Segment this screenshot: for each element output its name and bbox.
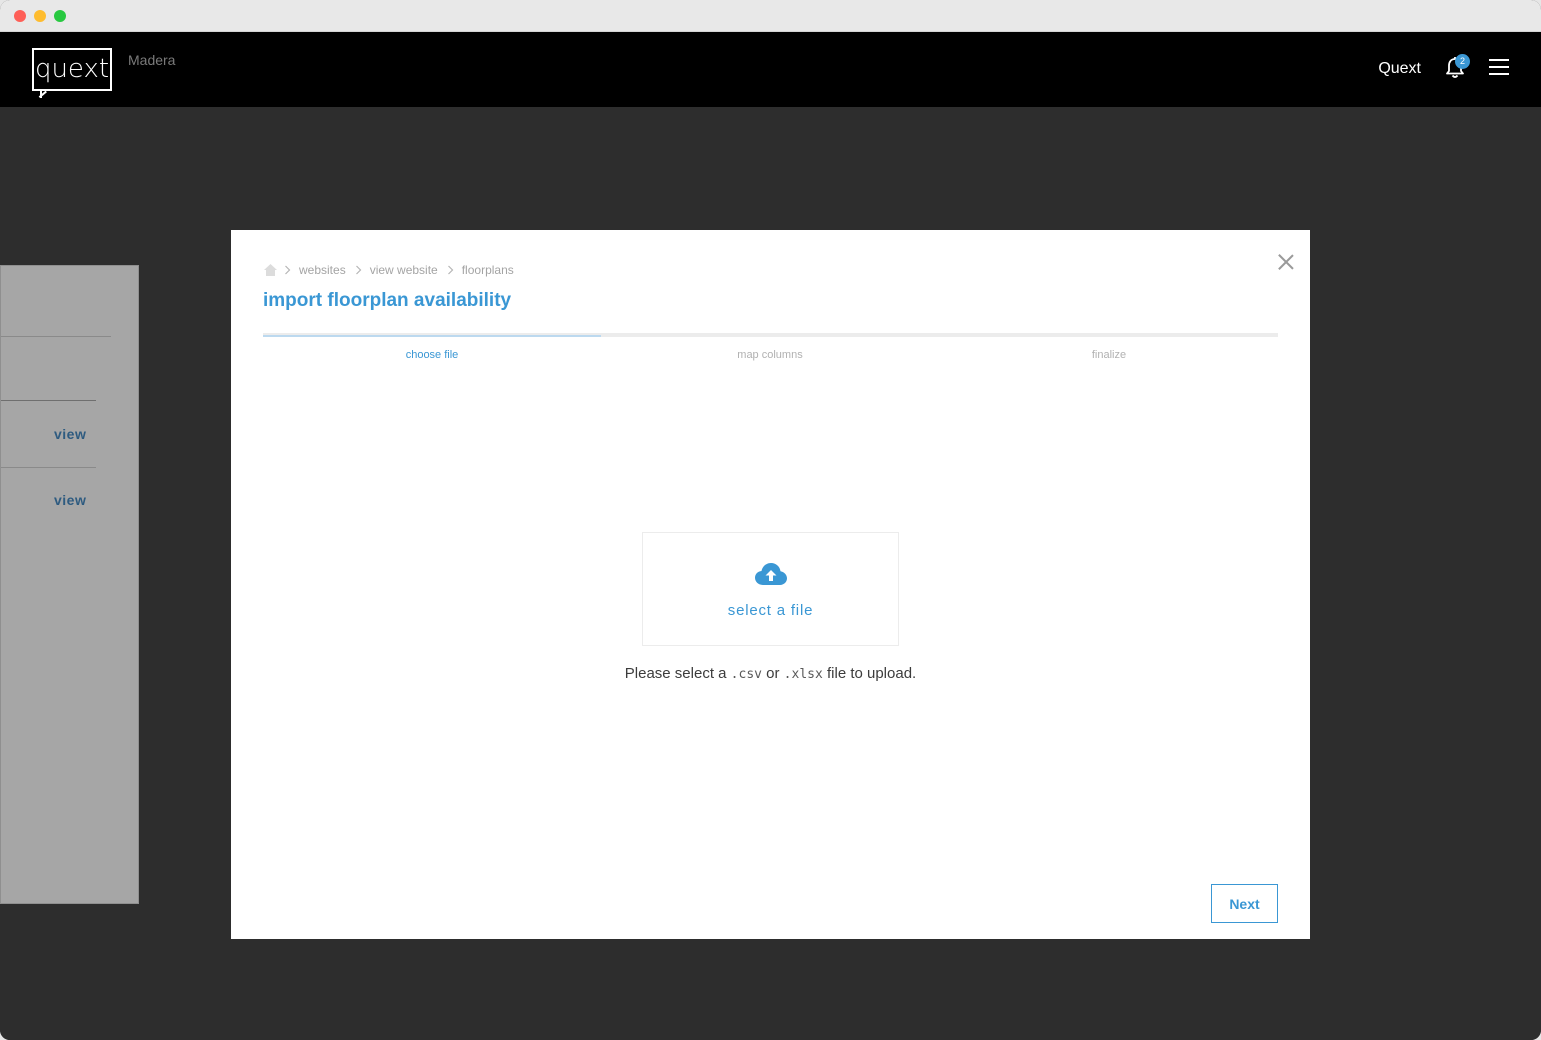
quext-logo[interactable]: quext: [32, 48, 112, 98]
stepper-progress: [263, 335, 601, 337]
window-minimize-button[interactable]: [34, 10, 46, 22]
hint-csv-extension: .csv: [730, 667, 762, 682]
window-close-button[interactable]: [14, 10, 26, 22]
cloud-upload-icon: [755, 563, 787, 585]
divider: [1, 467, 96, 468]
breadcrumb-websites[interactable]: websites: [299, 263, 346, 277]
chevron-right-icon: [355, 265, 362, 275]
breadcrumb: websites view website floorplans: [263, 262, 523, 278]
background-view-link[interactable]: view: [54, 426, 86, 442]
hint-xlsx-extension: .xlsx: [783, 667, 823, 682]
import-modal: websites view website floorplans import …: [231, 230, 1310, 939]
breadcrumb-view-website[interactable]: view website: [370, 263, 438, 277]
hint-middle: or: [761, 665, 784, 682]
window-titlebar: [0, 0, 1541, 32]
step-choose-file: choose file: [405, 349, 459, 361]
select-file-label[interactable]: select a file: [643, 602, 898, 619]
property-name: Madera: [128, 52, 176, 68]
upload-hint-text: Please select a .csv or .xlsx file to up…: [231, 665, 1310, 682]
next-button[interactable]: Next: [1211, 884, 1278, 923]
user-name[interactable]: Quext: [1378, 60, 1421, 78]
home-icon[interactable]: [263, 263, 278, 277]
background-page-card: view view: [0, 265, 139, 904]
hint-prefix: Please select a: [624, 665, 731, 682]
divider: [1, 336, 111, 337]
notification-count-badge: 2: [1455, 54, 1470, 69]
step-map-columns: map columns: [737, 349, 803, 361]
close-icon[interactable]: [1278, 254, 1294, 270]
background-view-link[interactable]: view: [54, 492, 86, 508]
window-zoom-button[interactable]: [54, 10, 66, 22]
import-stepper: choose file map columns finalize: [263, 333, 1278, 373]
modal-title: import floorplan availability: [263, 290, 512, 311]
hamburger-menu-icon[interactable]: [1489, 59, 1509, 75]
app-window: quext Madera Quext 2 view view websites …: [0, 0, 1541, 1040]
breadcrumb-floorplans[interactable]: floorplans: [462, 263, 514, 277]
file-select-dropzone[interactable]: select a file: [642, 532, 899, 646]
chevron-right-icon: [447, 265, 454, 275]
hint-suffix: file to upload.: [822, 665, 917, 682]
chevron-right-icon: [285, 265, 291, 275]
step-finalize: finalize: [1091, 349, 1127, 361]
divider: [1, 400, 96, 401]
top-navigation-bar: quext Madera Quext 2: [0, 32, 1541, 107]
